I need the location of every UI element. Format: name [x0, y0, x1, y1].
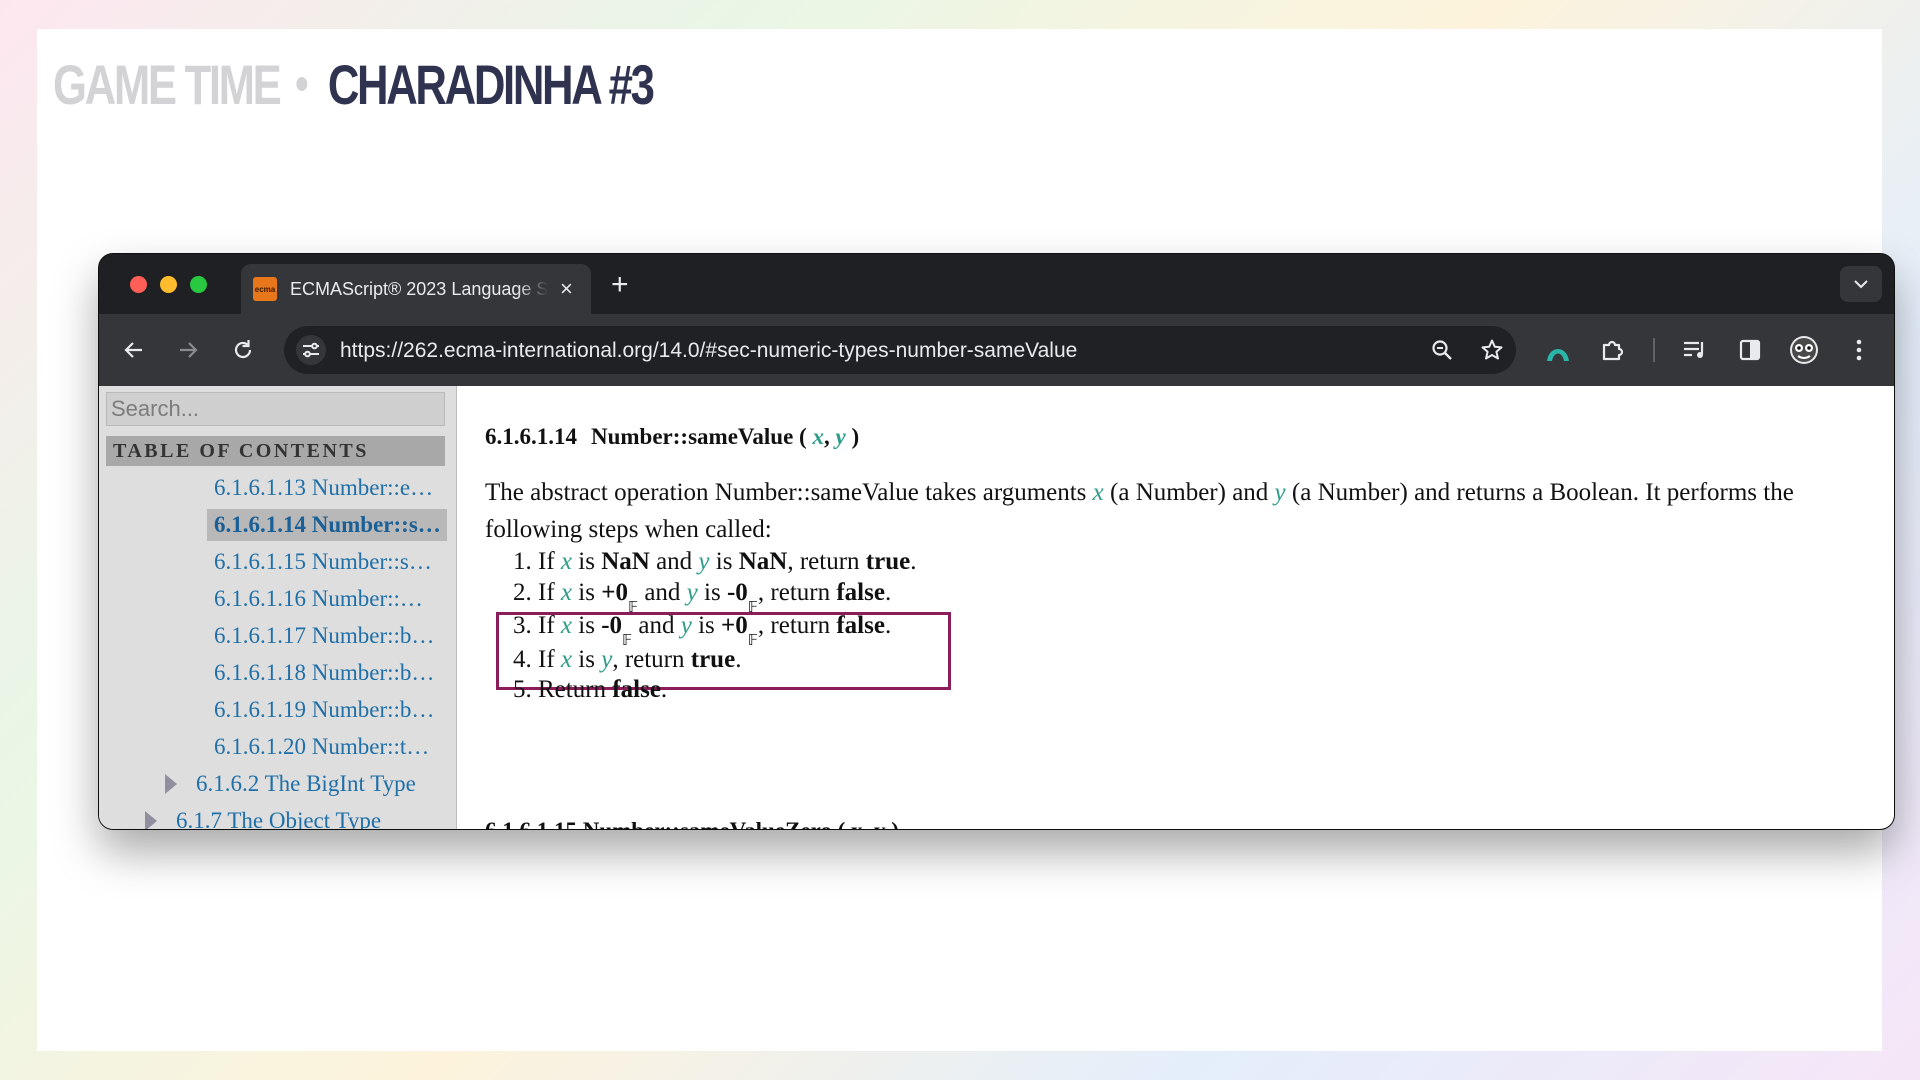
toc-item[interactable]: 6.1.6.1.15 Number::sameValueZero — [207, 546, 437, 578]
toc-item[interactable]: 6.1.6.1.13 Number::exponentiate — [207, 472, 437, 504]
keyword: +0 — [721, 612, 748, 639]
var-y[interactable]: y — [601, 646, 612, 673]
back-button[interactable] — [119, 335, 149, 365]
step-5: 5. Return false. — [513, 676, 668, 703]
tab-ecmascript[interactable]: ecma ECMAScript® 2023 Language Specifica… — [241, 264, 591, 314]
keyword: false — [836, 579, 885, 606]
var-y[interactable]: y — [687, 579, 698, 606]
keyword: true — [690, 646, 736, 673]
keyword: NaN — [738, 548, 788, 575]
side-panel-icon[interactable] — [1735, 335, 1765, 365]
slide: GAME TIME CHARADINHA #3 ecma ECMAScript®… — [37, 29, 1894, 1051]
para-text: The abstract operation Number::sameValue… — [485, 479, 1087, 506]
ecma-favicon-icon: ecma — [253, 277, 277, 301]
toc-item[interactable]: 6.1.6.1.20 Number::toString — [207, 731, 437, 763]
title-separator-dot — [296, 77, 308, 91]
arrow-right-icon — [180, 342, 198, 358]
slide-title-muted: GAME TIME — [53, 52, 282, 116]
reload-button[interactable] — [228, 335, 258, 365]
keyword: -0 — [601, 612, 623, 639]
toc-item[interactable]: 6.1.6.2 The BigInt Type — [189, 768, 447, 800]
extension-arc-icon[interactable] — [1543, 335, 1573, 365]
browser-toolbar: https://262.ecma-international.org/14.0/… — [99, 314, 1894, 386]
profile-avatar-icon[interactable] — [1789, 335, 1819, 365]
expand-arrow-icon[interactable] — [165, 774, 177, 794]
arrow-left-icon — [124, 342, 142, 358]
var-x[interactable]: x — [561, 612, 572, 639]
step-4: 4. If x is y, return true. — [513, 646, 742, 673]
param-y[interactable]: y — [835, 424, 845, 449]
forward-button[interactable] — [173, 335, 203, 365]
step-2: 2. If x is +0𝔽 and y is -0𝔽, return fals… — [513, 579, 892, 616]
keyword: false — [612, 676, 661, 703]
new-tab-plus-icon[interactable]: + — [611, 268, 629, 302]
close-window-button[interactable] — [130, 276, 147, 293]
var-x[interactable]: x — [561, 548, 572, 575]
step-3: 3. If x is -0𝔽 and y is +0𝔽, return fals… — [513, 612, 892, 649]
tab-bar: ecma ECMAScript® 2023 Language Specifica… — [99, 254, 1894, 314]
var-y[interactable]: y — [681, 612, 692, 639]
minimize-window-button[interactable] — [160, 276, 177, 293]
para-text: (a Number) and — [1110, 479, 1269, 506]
toc-sidebar: TABLE OF CONTENTS 6.1.6.1.13 Number::exp… — [99, 386, 457, 829]
toc-item[interactable]: 6.1.6.1.19 Number::bitwiseOR — [207, 694, 437, 726]
toc-item[interactable]: 6.1.6.1.18 Number::bitwiseXOR — [207, 657, 437, 689]
reload-icon — [234, 340, 252, 359]
page-content: TABLE OF CONTENTS 6.1.6.1.13 Number::exp… — [99, 386, 1894, 829]
step-1: 1. If x is NaN and y is NaN, return true… — [513, 548, 917, 575]
keyword: true — [865, 548, 911, 575]
address-bar[interactable]: https://262.ecma-international.org/14.0/… — [284, 326, 1516, 374]
toc-item-active[interactable]: 6.1.6.1.14 Number::sameValue — [207, 509, 447, 541]
section-heading: 6.1.6.1.14 Number::sameValue ( x, y ) — [485, 424, 860, 449]
extensions-puzzle-icon[interactable] — [1598, 335, 1628, 365]
keyword: -0 — [726, 579, 748, 606]
var-x[interactable]: x — [1093, 479, 1104, 506]
param-x[interactable]: x — [812, 424, 824, 449]
zoom-icon[interactable] — [1427, 335, 1457, 365]
media-controls-icon[interactable] — [1680, 335, 1710, 365]
search-input[interactable] — [106, 392, 445, 426]
toc-item[interactable]: 6.1.7 The Object Type — [169, 805, 447, 829]
tab-title: ECMAScript® 2023 Language Specification — [290, 278, 548, 299]
toc-item[interactable]: 6.1.6.1.16 Number::NumberBitwiseOp — [207, 583, 437, 615]
url-text[interactable]: https://262.ecma-international.org/14.0/… — [340, 339, 1077, 363]
next-section-heading: 6.1.6.1.15 Number::sameValueZero ( x, y … — [485, 818, 899, 829]
keyword: +0 — [601, 579, 628, 606]
description-paragraph: The abstract operation Number::sameValue… — [485, 474, 1875, 548]
keyword: false — [836, 612, 885, 639]
toc-header: TABLE OF CONTENTS — [106, 436, 445, 466]
slide-title-main: CHARADINHA #3 — [327, 52, 655, 116]
var-x[interactable]: x — [561, 646, 572, 673]
var-x[interactable]: x — [561, 579, 572, 606]
browser-window: ecma ECMAScript® 2023 Language Specifica… — [99, 254, 1894, 829]
section-name: Number::sameValue ( — [591, 424, 807, 449]
slide-title: GAME TIME CHARADINHA #3 — [53, 49, 655, 119]
number-type-subscript: 𝔽 — [747, 631, 758, 649]
close-icon[interactable]: × — [560, 278, 573, 300]
chevron-down-icon — [1854, 280, 1868, 289]
expand-arrow-icon[interactable] — [145, 811, 157, 829]
section-number: 6.1.6.1.14 — [485, 424, 577, 449]
toc-item[interactable]: 6.1.6.1.17 Number::bitwiseAND — [207, 620, 437, 652]
var-y[interactable]: y — [698, 548, 709, 575]
tab-search-button[interactable] — [1840, 266, 1882, 302]
var-y[interactable]: y — [1275, 479, 1286, 506]
keyword: NaN — [601, 548, 650, 575]
bookmark-star-icon[interactable] — [1477, 335, 1507, 365]
spec-document: 6.1.6.1.14 Number::sameValue ( x, y ) The… — [485, 386, 1864, 829]
site-settings-icon[interactable] — [296, 335, 326, 365]
maximize-window-button[interactable] — [190, 276, 207, 293]
toolbar-separator — [1653, 338, 1655, 362]
more-menu-icon[interactable] — [1844, 335, 1874, 365]
